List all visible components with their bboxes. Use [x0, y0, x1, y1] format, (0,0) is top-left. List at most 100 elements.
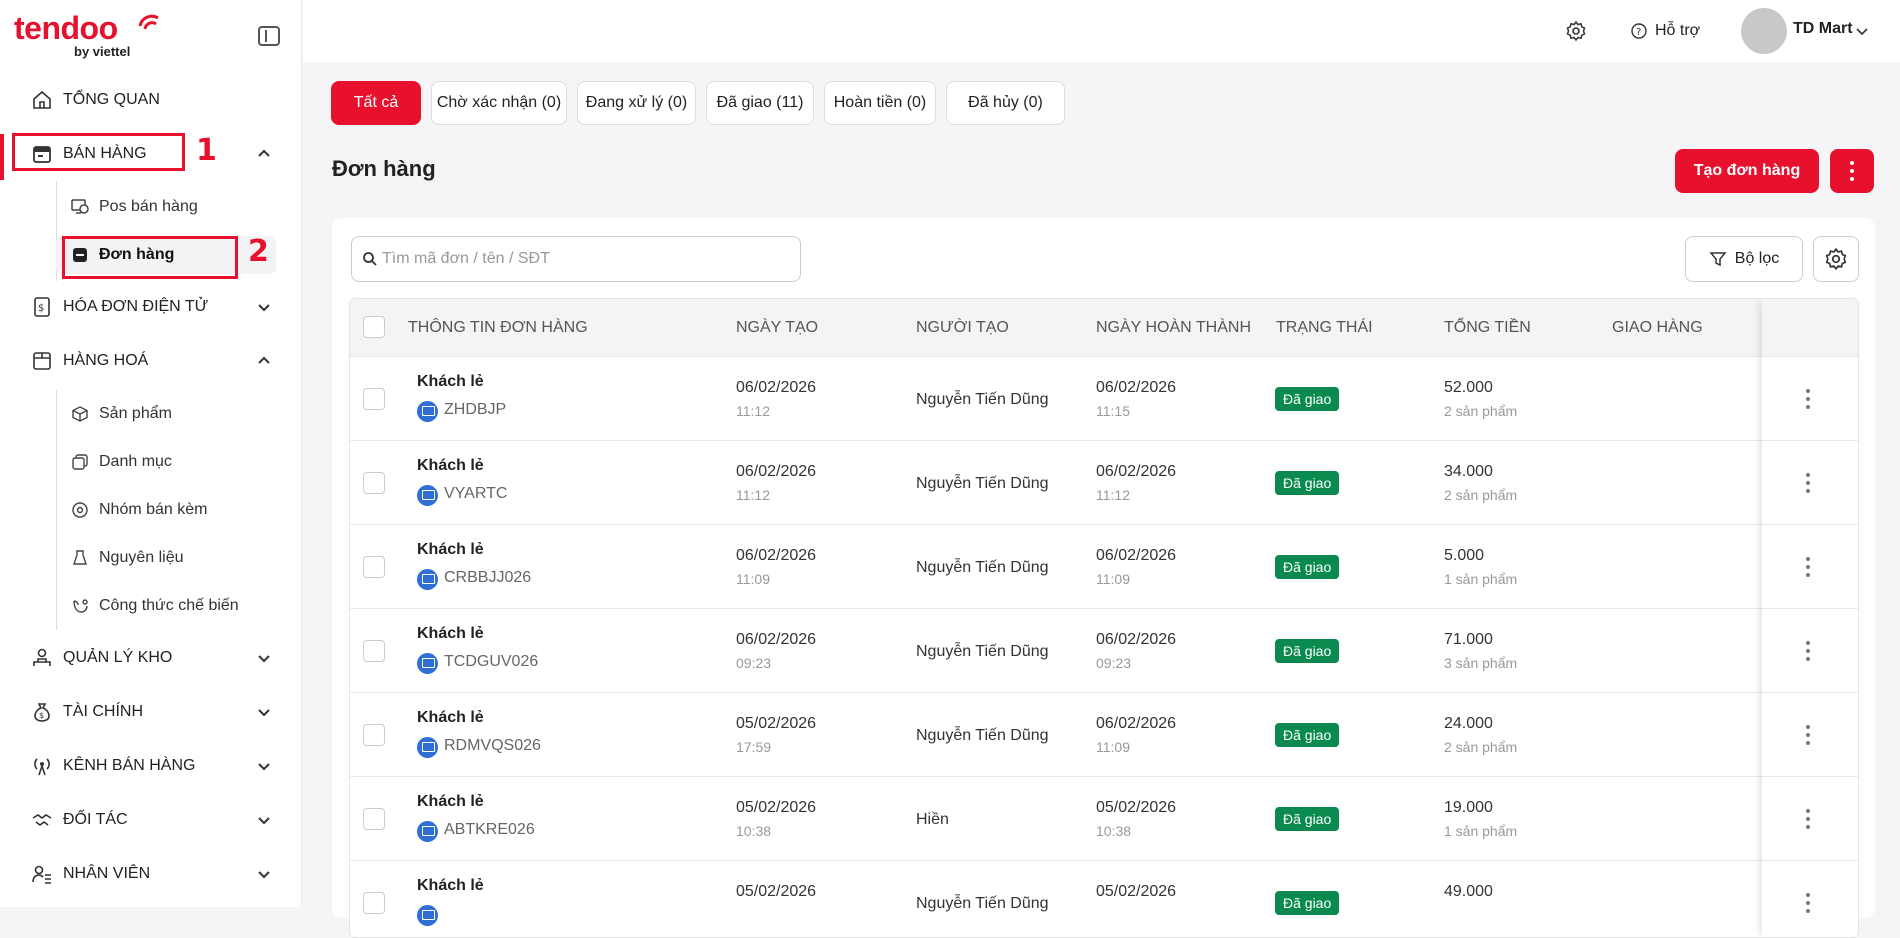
settings-gear-icon[interactable] [1565, 20, 1587, 42]
tab-all[interactable]: Tất cả [331, 81, 421, 125]
sidebar-item-warehouse[interactable]: QUẢN LÝ KHO [0, 638, 301, 678]
sidebar-item-overview[interactable]: TỔNG QUAN [0, 80, 301, 120]
row-checkbox[interactable] [363, 724, 385, 746]
column-settings-button[interactable] [1813, 236, 1859, 282]
sidebar-collapse-icon[interactable] [258, 26, 280, 46]
more-options-button[interactable] [1830, 149, 1874, 193]
status-badge: Đã giao [1275, 387, 1340, 411]
table-row[interactable]: Khách lẻ VYARTC 06/02/2026 11:12 Nguyễn … [350, 441, 1858, 525]
support-label: Hỗ trợ [1655, 22, 1701, 39]
order-code[interactable]: RDMVQS026 [444, 737, 541, 755]
column-header-status[interactable]: TRẠNG THÁI [1276, 319, 1373, 337]
sidebar-item-recipes[interactable]: Công thức chế biến [56, 587, 276, 625]
completed-date: 06/02/2026 [1096, 547, 1177, 564]
support-link[interactable]: ? Hỗ trợ [1631, 20, 1700, 42]
filter-button[interactable]: Bộ lọc [1685, 236, 1803, 282]
money-bag-icon: $ [30, 700, 54, 724]
table-row[interactable]: Khách lẻ CRBBJJ026 06/02/2026 11:09 Nguy… [350, 525, 1858, 609]
filter-icon [1709, 252, 1727, 267]
order-code[interactable]: VYARTC [444, 485, 507, 503]
created-date: 06/02/2026 [736, 379, 817, 396]
main-content: Tất cả Chờ xác nhận (0) Đang xử lý (0) Đ… [303, 62, 1900, 938]
row-checkbox[interactable] [363, 472, 385, 494]
tab-delivered[interactable]: Đã giao (11) [706, 81, 814, 125]
column-header-creator[interactable]: NGƯỜI TẠO [916, 319, 1009, 337]
sidebar-item-categories[interactable]: Danh mục [56, 443, 276, 481]
chevron-down-icon[interactable] [256, 758, 272, 774]
sidebar-item-label: Nhóm bán kèm [99, 501, 208, 518]
column-header-total[interactable]: TỔNG TIỀN [1444, 319, 1531, 337]
ingredient-icon [70, 548, 90, 568]
broadcast-icon [30, 754, 54, 778]
sidebar-item-einvoice[interactable]: $ HÓA ĐƠN ĐIỆN TỬ [0, 287, 301, 327]
pos-channel-icon [417, 821, 438, 842]
tab-processing[interactable]: Đang xử lý (0) [577, 81, 696, 125]
created-date: 05/02/2026 [736, 715, 817, 732]
create-order-button[interactable]: Tạo đơn hàng [1675, 149, 1819, 193]
filter-label: Bộ lọc [1734, 250, 1780, 267]
svg-text:$: $ [38, 303, 44, 314]
column-header-created-date[interactable]: NGÀY TẠO [736, 319, 818, 337]
column-header-order-info[interactable]: THÔNG TIN ĐƠN HÀNG [408, 319, 588, 337]
avatar[interactable] [1741, 8, 1787, 54]
creator-name: Nguyễn Tiến Dũng [916, 727, 1049, 744]
table-row[interactable]: Khách lẻ RDMVQS026 05/02/2026 17:59 Nguy… [350, 693, 1858, 777]
sidebar-item-partners[interactable]: ĐỐI TÁC [0, 800, 301, 840]
table-row[interactable]: Khách lẻ TCDGUV026 06/02/2026 09:23 Nguy… [350, 609, 1858, 693]
created-time: 09:23 [736, 655, 772, 671]
home-icon [30, 88, 54, 112]
sidebar-item-products[interactable]: Sản phẩm [56, 395, 276, 433]
creator-name: Nguyễn Tiến Dũng [916, 895, 1049, 912]
row-checkbox[interactable] [363, 808, 385, 830]
user-name[interactable]: TD Mart [1793, 20, 1853, 38]
sidebar-item-pos[interactable]: Pos bán hàng [56, 188, 276, 226]
tab-pending[interactable]: Chờ xác nhận (0) [431, 81, 567, 125]
tab-refund[interactable]: Hoàn tiền (0) [824, 81, 936, 125]
chevron-down-icon[interactable] [256, 866, 272, 882]
chevron-up-icon[interactable] [256, 353, 272, 369]
chevron-down-icon[interactable] [256, 812, 272, 828]
row-checkbox[interactable] [363, 556, 385, 578]
column-header-completed-date[interactable]: NGÀY HOÀN THÀNH [1096, 319, 1251, 337]
annotation-number-1: 1 [196, 133, 217, 168]
sidebar-item-bundles[interactable]: Nhóm bán kèm [56, 491, 276, 529]
order-code[interactable]: CRBBJJ026 [444, 569, 531, 587]
sidebar-item-ingredients[interactable]: Nguyên liệu [56, 539, 276, 577]
sidebar-item-channels[interactable]: KÊNH BÁN HÀNG [0, 746, 301, 786]
row-checkbox[interactable] [363, 388, 385, 410]
select-all-checkbox[interactable] [363, 316, 385, 338]
sidebar-item-staff[interactable]: NHÂN VIÊN [0, 854, 301, 894]
chevron-down-icon[interactable] [256, 704, 272, 720]
row-checkbox[interactable] [363, 892, 385, 914]
chevron-down-icon[interactable] [1855, 24, 1869, 38]
created-date: 05/02/2026 [736, 883, 817, 900]
order-code[interactable]: ABTKRE026 [444, 821, 535, 839]
tendoo-logo[interactable]: tendoo by viettel [14, 10, 164, 62]
sidebar-item-label: Công thức chế biến [99, 597, 239, 614]
wifi-icon [138, 14, 159, 30]
column-header-delivery[interactable]: GIAO HÀNG [1612, 319, 1703, 337]
sidebar-item-label: ĐỐI TÁC [63, 811, 128, 828]
highlight-box-1 [12, 133, 185, 171]
chevron-down-icon[interactable] [256, 650, 272, 666]
table-row[interactable]: Khách lẻ 05/02/2026 Nguyễn Tiến Dũng 05/… [350, 861, 1858, 937]
chevron-down-icon[interactable] [256, 299, 272, 315]
svg-text:?: ? [1636, 27, 1641, 38]
row-checkbox[interactable] [363, 640, 385, 662]
creator-name: Nguyễn Tiến Dũng [916, 475, 1049, 492]
created-time: 10:38 [736, 823, 772, 839]
status-badge: Đã giao [1275, 807, 1340, 831]
status-badge: Đã giao [1275, 555, 1340, 579]
sidebar-item-goods[interactable]: HÀNG HOÁ [0, 341, 301, 381]
product-count: 2 sản phẩm [1444, 487, 1518, 503]
tab-cancelled[interactable]: Đã hủy (0) [946, 81, 1065, 125]
search-input[interactable]: Tìm mã đơn / tên / SĐT [351, 236, 801, 282]
created-time: 17:59 [736, 739, 772, 755]
order-code[interactable]: TCDGUV026 [444, 653, 538, 671]
order-code[interactable]: ZHDBJP [444, 401, 506, 419]
customer-name: Khách lẻ [417, 625, 484, 642]
chevron-up-icon[interactable] [256, 146, 272, 162]
table-row[interactable]: Khách lẻ ABTKRE026 05/02/2026 10:38 Hiền… [350, 777, 1858, 861]
table-row[interactable]: Khách lẻ ZHDBJP 06/02/2026 11:12 Nguyễn … [350, 357, 1858, 441]
sidebar-item-finance[interactable]: $ TÀI CHÍNH [0, 692, 301, 732]
